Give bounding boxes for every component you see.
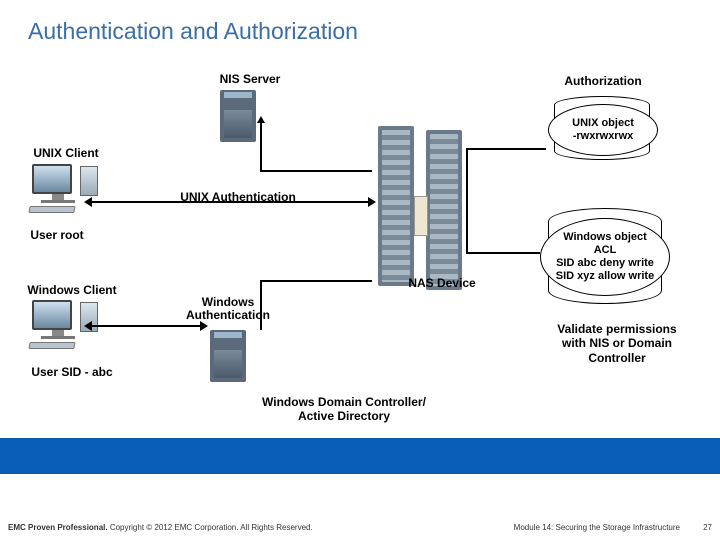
connector-line <box>466 252 540 254</box>
unix-client-icon <box>32 164 84 213</box>
connector-line <box>260 122 262 170</box>
footer-copyright: EMC Proven Professional. Copyright © 201… <box>8 523 313 532</box>
connector-line <box>466 148 546 150</box>
unix-client-label: UNIX Client <box>26 146 106 160</box>
footer-bar <box>0 438 720 474</box>
connector-line <box>260 280 262 330</box>
authorization-label: Authorization <box>553 74 653 88</box>
windows-authentication-label: Windows Authentication <box>168 296 288 322</box>
nas-device-icon <box>378 126 464 290</box>
page-number: 27 <box>703 523 712 532</box>
windows-auth-arrow <box>92 325 200 327</box>
windows-client-label: Windows Client <box>22 283 122 297</box>
windows-object-line3: SID abc deny write <box>556 257 654 270</box>
unix-authentication-label: UNIX Authentication <box>168 190 308 204</box>
windows-object-line1: Windows object <box>563 231 647 244</box>
nas-device-label: NAS Device <box>402 276 482 290</box>
footer-brand: EMC Proven Professional. <box>8 523 108 532</box>
windows-object-line2: ACL <box>594 244 617 257</box>
unix-object-line2: -rwxrwxrwx <box>573 130 634 143</box>
page-title: Authentication and Authorization <box>28 18 358 45</box>
unix-object-line1: UNIX object <box>572 117 634 130</box>
unix-object-ellipse: UNIX object -rwxrwxrwx <box>548 104 658 156</box>
footer-rest: Copyright © 2012 EMC Corporation. All Ri… <box>108 523 313 532</box>
connector-line <box>260 170 372 172</box>
validate-permissions-label: Validate permissions with NIS or Domain … <box>552 322 682 365</box>
connector-line <box>466 148 468 254</box>
user-root-label: User root <box>22 228 92 242</box>
windows-domain-controller-icon <box>210 330 246 382</box>
user-sid-label: User SID - abc <box>22 365 122 379</box>
module-label: Module 14: Securing the Storage Infrastr… <box>514 523 680 532</box>
windows-client-icon <box>32 300 84 349</box>
connector-line <box>260 280 372 282</box>
nis-server-label: NIS Server <box>205 72 295 86</box>
windows-domain-controller-label: Windows Domain Controller/ Active Direct… <box>254 396 434 424</box>
windows-object-line4: SID xyz allow write <box>556 270 654 283</box>
nis-server-icon <box>220 90 256 142</box>
windows-object-ellipse: Windows object ACL SID abc deny write SI… <box>540 218 670 296</box>
